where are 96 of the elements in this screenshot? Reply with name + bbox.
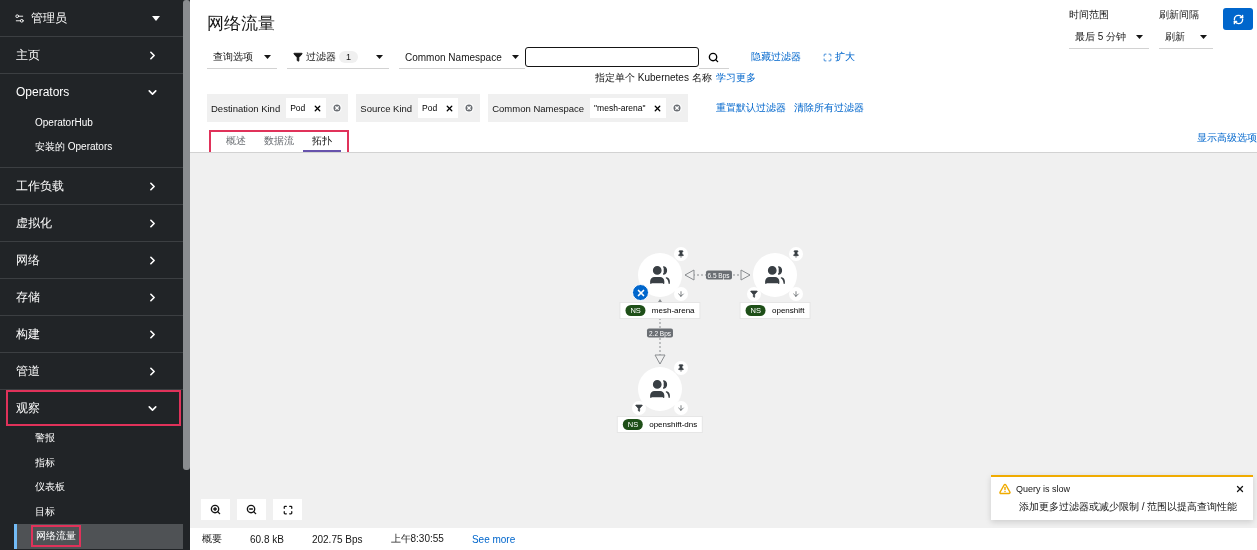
close-icon [635, 287, 646, 298]
chip-category: Destination Kind [211, 102, 281, 114]
step-into-icon[interactable] [677, 404, 685, 412]
chip-category: Common Namespace [492, 102, 585, 114]
caret-icon [1136, 35, 1143, 39]
close-icon[interactable] [653, 103, 663, 113]
hint-text: 指定单个 Kubernetes 名称 [595, 71, 712, 85]
zoom-in-icon [210, 504, 221, 515]
pin-icon[interactable] [677, 250, 685, 258]
node-name: openshift-dns [649, 420, 698, 429]
remove-group-icon[interactable] [332, 103, 343, 113]
caret-icon [376, 55, 383, 59]
hide-filters-link[interactable]: 隐藏过滤器 [750, 50, 801, 64]
summary-value: 60.8 kB [250, 533, 284, 545]
remove-group-icon[interactable] [464, 103, 475, 113]
nav-item-label: 指标 [34, 455, 56, 470]
refresh-button[interactable] [1223, 8, 1253, 30]
count-badge: 1 [339, 51, 358, 63]
search-field[interactable] [524, 47, 699, 67]
filter-icon [293, 52, 303, 62]
nav-section[interactable]: 工作负载 [6, 168, 181, 204]
refresh-interval-label: 刷新间隔 [1159, 8, 1200, 22]
scrollbar[interactable] [183, 0, 190, 470]
summary-value: 202.75 Bps [311, 533, 363, 545]
node-name: mesh-arena [651, 306, 695, 315]
fit-view-icon [282, 504, 293, 515]
caret-icon [511, 55, 519, 59]
nav-item[interactable]: 目标 [0, 499, 183, 524]
fit-view-button[interactable] [273, 499, 302, 520]
see-more-link[interactable]: See more [471, 533, 516, 545]
pin-icon[interactable] [677, 364, 685, 372]
group-icon [649, 378, 671, 400]
warning-icon [999, 483, 1011, 495]
nav-item-label: 安装的 Operators [34, 139, 114, 154]
expand-link[interactable]: 扩大 [822, 50, 855, 64]
zoom-in-button[interactable] [201, 499, 230, 520]
nav-item[interactable]: 安装的 Operators [0, 134, 183, 159]
close-icon[interactable] [313, 103, 323, 113]
remove-group-icon[interactable] [672, 103, 683, 113]
node-name: openshift [772, 306, 805, 315]
toast-message: 添加更多过滤器或减少限制 / 范围以提高查询性能 [1019, 500, 1239, 514]
caret-icon [264, 55, 271, 59]
nav-item[interactable]: 警报 [0, 426, 183, 451]
remove-filter-button[interactable] [632, 284, 649, 301]
nav-section[interactable]: 网络 [6, 242, 181, 278]
group-icon [764, 264, 786, 286]
nav-item-label: OperatorHub [34, 115, 94, 130]
namespace-node[interactable] [753, 253, 797, 297]
time-range-label: 时间范围 [1068, 8, 1110, 22]
close-button[interactable] [1235, 484, 1245, 494]
step-into-icon[interactable] [677, 290, 685, 298]
expand-icon [822, 52, 832, 62]
nav-section[interactable]: 主页 [6, 37, 181, 73]
refresh-icon [1232, 13, 1244, 25]
filter-action-link[interactable]: 重置默认过滤器 [716, 101, 787, 115]
zoom-out-button[interactable] [237, 499, 266, 520]
pin-icon[interactable] [792, 250, 800, 258]
learn-more-link[interactable]: 学习更多 [715, 71, 756, 85]
filter-icon[interactable] [750, 290, 758, 298]
nav-item-label: 目标 [34, 504, 56, 519]
toast-title: Query is slow [1016, 484, 1071, 494]
nav-section[interactable]: 存储 [6, 279, 181, 315]
zoom-out-icon [246, 504, 257, 515]
filter-action-link[interactable]: 清除所有过滤器 [794, 101, 865, 115]
step-into-icon[interactable] [792, 290, 800, 298]
advanced-options-link[interactable]: 显示高级选项 [1197, 131, 1257, 145]
close-icon[interactable] [445, 103, 455, 113]
nav-section[interactable]: 管道 [6, 353, 181, 389]
nav-item[interactable]: OperatorHub [0, 110, 183, 135]
search-icon [708, 51, 720, 63]
close-icon [1235, 484, 1245, 494]
chip-category: Source Kind [360, 102, 413, 114]
nav-section[interactable]: 构建 [6, 316, 181, 352]
nav-item-label: 警报 [34, 431, 56, 446]
filter-chip[interactable]: "mesh-arena" [590, 98, 667, 118]
filter-icon[interactable] [635, 404, 643, 412]
group-icon [649, 264, 671, 286]
nav-item[interactable]: 网络流量 [14, 524, 183, 549]
nav-item[interactable]: 指标 [0, 450, 183, 475]
page-title: 网络流量 [207, 13, 275, 35]
nav-item-label: 仪表板 [34, 480, 66, 495]
filter-chip[interactable]: Pod [286, 98, 327, 118]
namespace-node[interactable] [638, 253, 682, 297]
tab[interactable]: 数据流 [255, 132, 303, 152]
namespace-node[interactable] [638, 367, 682, 411]
nav-section[interactable]: Operators [6, 74, 181, 110]
tab[interactable]: 概述 [217, 132, 255, 152]
filter-chip[interactable]: Pod [418, 98, 459, 118]
caret-icon [152, 15, 160, 21]
nav-item[interactable]: 仪表板 [0, 475, 183, 500]
nav-item-label: 网络流量 [31, 525, 81, 548]
caret-icon [1200, 35, 1207, 39]
nav-section[interactable]: 观察 [6, 390, 181, 426]
nav-section[interactable]: 虚拟化 [6, 205, 181, 241]
summary-value: 上午8:30:55 [390, 532, 444, 546]
summary-label: 概要 [202, 532, 222, 546]
